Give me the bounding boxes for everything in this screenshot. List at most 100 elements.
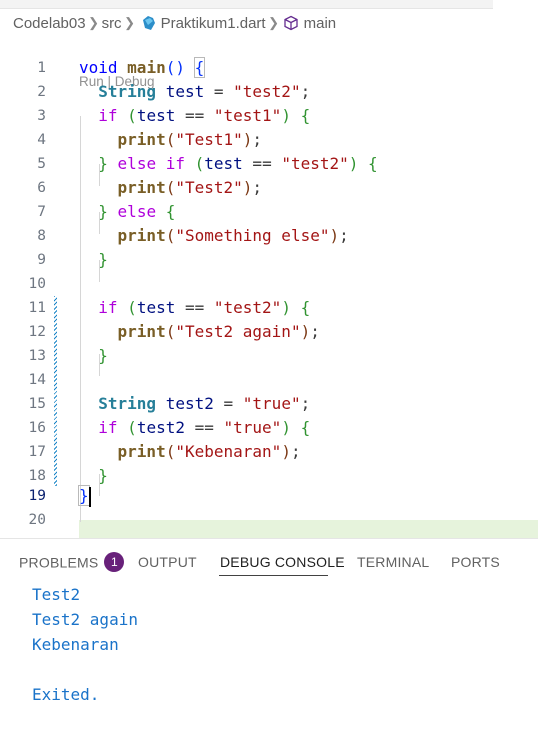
code-text: String test = "test2"; xyxy=(98,82,311,101)
code-editor[interactable]: Run | Debug 1 void main() { 2 String tes… xyxy=(0,36,538,544)
console-exit-message: Exited. xyxy=(32,685,100,704)
code-text: } else if (test == "test2") { xyxy=(98,154,378,173)
tab-terminal[interactable]: TERMINAL xyxy=(357,554,429,570)
line-number: 4 xyxy=(37,132,46,148)
code-text: } else { xyxy=(98,202,176,221)
code-text: print("Kebenaran"); xyxy=(117,442,301,461)
breadcrumb-file[interactable]: Praktikum1.dart xyxy=(161,15,266,32)
chevron-right-icon: ❯ xyxy=(268,15,280,30)
code-line: 8 print("Something else"); xyxy=(0,224,538,248)
var-test2: test2 xyxy=(165,394,214,413)
line-number: 16 xyxy=(28,420,46,436)
var-test2: test2 xyxy=(136,418,185,437)
console-output-line: Test2 xyxy=(32,585,81,604)
code-text: void main() { xyxy=(79,57,206,78)
line-number: 15 xyxy=(28,396,46,412)
tab-ports[interactable]: PORTS xyxy=(451,554,500,570)
string-literal: "test1" xyxy=(213,106,282,125)
function-print: print xyxy=(117,442,166,461)
tab-problems-label: PROBLEMS xyxy=(19,554,99,571)
line-number: 20 xyxy=(28,512,46,528)
code-text: } xyxy=(78,485,90,506)
breadcrumb: Codelab03 ❯ src ❯ Praktikum1.dart ❯ main xyxy=(13,13,336,33)
code-line: 6 print("Test2"); xyxy=(0,176,538,200)
type-string: String xyxy=(98,82,157,101)
code-line: 16 if (test2 == "true") { xyxy=(0,416,538,440)
code-line-current: 19 } xyxy=(0,484,538,508)
string-literal: "test2" xyxy=(233,82,301,101)
code-line: 14 xyxy=(0,368,538,392)
code-line: 15 String test2 = "true"; xyxy=(0,392,538,416)
code-line: 12 print("Test2 again"); xyxy=(0,320,538,344)
code-line: 11 if (test == "test2") { xyxy=(0,296,538,320)
string-literal: "true" xyxy=(223,418,282,437)
function-print: print xyxy=(117,226,166,245)
chevron-right-icon: ❯ xyxy=(124,15,136,30)
code-line: 10 xyxy=(0,272,538,296)
line-number: 11 xyxy=(28,300,46,316)
code-line: 7 } else { xyxy=(0,200,538,224)
code-text: if (test == "test1") { xyxy=(98,106,311,125)
chevron-right-icon: ❯ xyxy=(88,15,100,30)
var-test: test xyxy=(204,154,243,173)
line-number: 12 xyxy=(28,324,46,340)
code-text: } xyxy=(98,250,108,269)
dart-file-icon xyxy=(142,16,155,30)
tab-problems[interactable]: PROBLEMS 1 xyxy=(19,552,125,574)
string-literal: "Kebenaran" xyxy=(175,442,282,461)
code-line: 2 String test = "test2"; xyxy=(0,80,538,104)
symbol-method-icon xyxy=(283,15,298,31)
breadcrumb-symbol[interactable]: main xyxy=(304,15,337,32)
problems-count-badge: 1 xyxy=(104,552,125,572)
code-text: print("Test2 again"); xyxy=(117,322,320,341)
keyword-if: if xyxy=(165,154,185,173)
code-line: 1 void main() { xyxy=(0,56,538,80)
type-string: String xyxy=(98,394,157,413)
string-literal: "true" xyxy=(242,394,301,413)
keyword-else: else xyxy=(117,154,157,173)
line-number: 8 xyxy=(37,228,46,244)
string-literal: "test2" xyxy=(281,154,349,173)
breadcrumb-subfolder[interactable]: src xyxy=(102,15,122,32)
function-print: print xyxy=(117,322,166,341)
console-output-line: Kebenaran xyxy=(32,635,119,654)
line-number: 10 xyxy=(28,276,46,292)
breadcrumb-folder[interactable]: Codelab03 xyxy=(13,15,86,32)
function-main: main xyxy=(127,58,166,77)
code-text: print("Something else"); xyxy=(117,226,349,245)
function-print: print xyxy=(117,130,166,149)
string-literal: "Test1" xyxy=(175,130,243,149)
code-line: 20 xyxy=(0,508,538,532)
bottom-panel: PROBLEMS 1 OUTPUT DEBUG CONSOLE TERMINAL … xyxy=(0,538,538,754)
line-number: 6 xyxy=(37,180,46,196)
string-literal: "Something else" xyxy=(175,226,330,245)
function-print: print xyxy=(117,178,166,197)
line-number: 5 xyxy=(37,156,46,172)
line-number: 1 xyxy=(37,60,46,76)
code-line: 13 } xyxy=(0,344,538,368)
code-text: String test2 = "true"; xyxy=(98,394,311,413)
string-literal: "Test2" xyxy=(175,178,243,197)
code-text: print("Test2"); xyxy=(117,178,263,197)
line-number: 9 xyxy=(37,252,46,268)
keyword-void: void xyxy=(79,58,118,77)
line-number: 3 xyxy=(37,108,46,124)
code-line: 4 print("Test1"); xyxy=(0,128,538,152)
line-number: 13 xyxy=(28,348,46,364)
code-text: print("Test1"); xyxy=(117,130,263,149)
tab-debug-console[interactable]: DEBUG CONSOLE xyxy=(220,554,345,570)
keyword-if: if xyxy=(98,106,118,125)
string-literal: "test2" xyxy=(213,298,282,317)
console-output-line: Test2 again xyxy=(32,610,138,629)
line-number: 17 xyxy=(28,444,46,460)
code-line: 9 } xyxy=(0,248,538,272)
code-text: if (test == "test2") { xyxy=(98,298,311,317)
active-tab-indicator xyxy=(219,575,328,576)
code-text: } xyxy=(98,346,108,365)
code-text: if (test2 == "true") { xyxy=(98,418,311,437)
tab-bar-edge xyxy=(0,0,493,9)
tab-output[interactable]: OUTPUT xyxy=(138,554,197,570)
code-line: 3 if (test == "test1") { xyxy=(0,104,538,128)
code-line: 17 print("Kebenaran"); xyxy=(0,440,538,464)
keyword-if: if xyxy=(98,418,118,437)
